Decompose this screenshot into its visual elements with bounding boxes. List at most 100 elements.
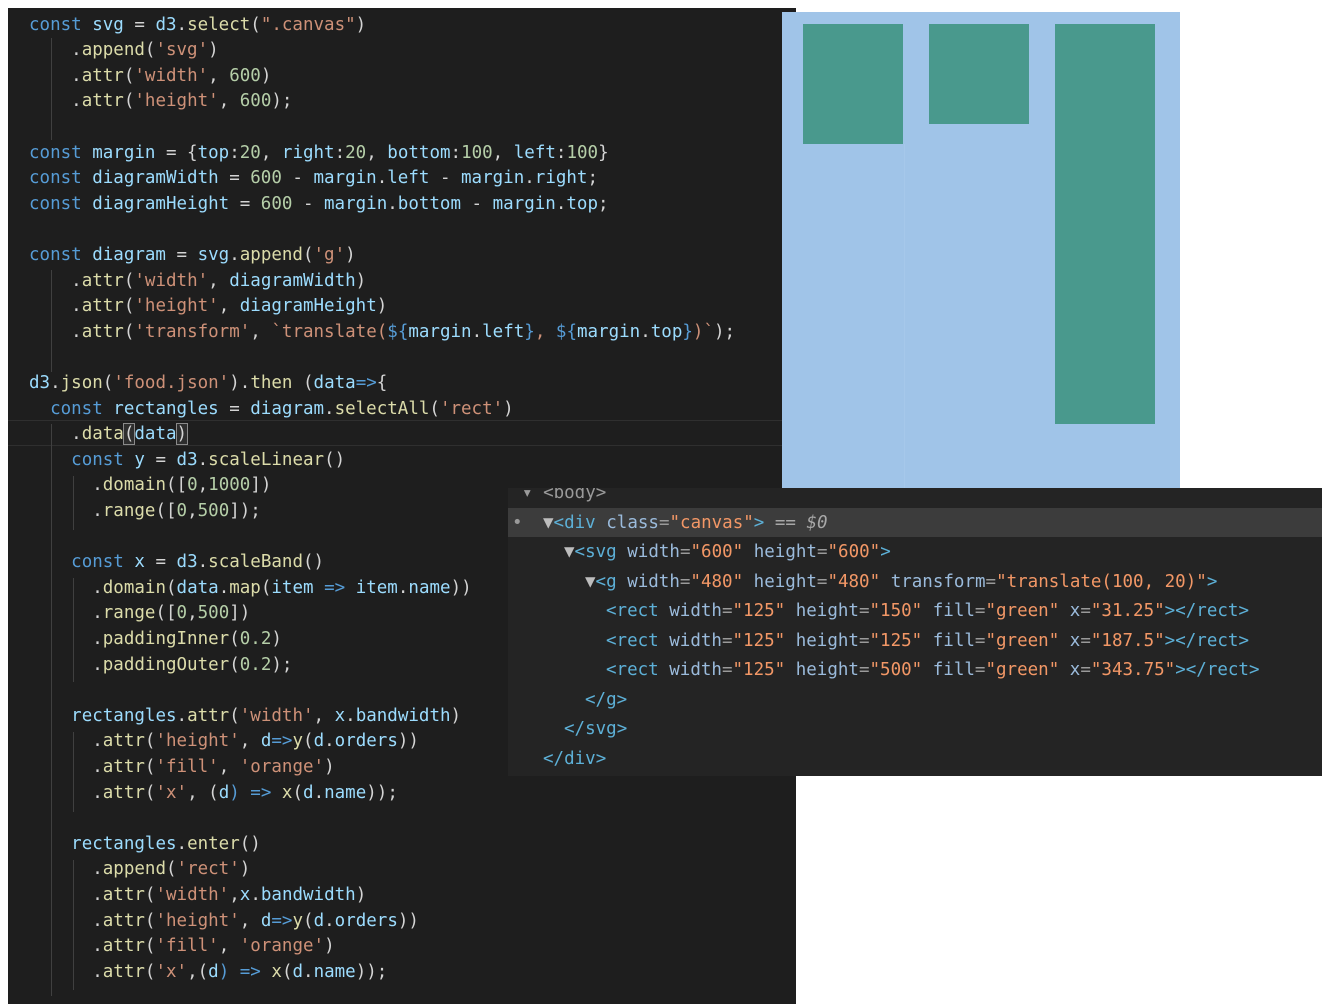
code-line[interactable]: .attr('x',(d) => x(d.name)); (29, 960, 387, 986)
equals: = (816, 571, 828, 592)
code-line[interactable]: .range([0,500]) (29, 601, 250, 627)
code-token: 1000 (208, 475, 251, 496)
code-token: . (555, 193, 567, 214)
code-token: 600 (250, 168, 282, 189)
code-token: bandwidth (355, 705, 451, 726)
code-line[interactable]: const x = d3.scaleBand() (29, 550, 324, 576)
code-line[interactable]: d3.json('food.json').then (data=>{ (29, 371, 387, 397)
tag-bracket: > (1206, 571, 1218, 592)
attr-value: 125 (743, 630, 775, 651)
code-token: , (534, 321, 556, 342)
dom-node-rect[interactable]: <rect width="125" height="500" fill="gre… (606, 656, 1260, 685)
code-line[interactable]: .attr('fill', 'orange') (29, 755, 334, 781)
dom-node-div[interactable]: </div> (543, 745, 606, 774)
devtools-elements-panel[interactable]: ▾ <body> ▼<div class="canvas"> == $0 • ▼<sv… (508, 488, 1322, 776)
code-line[interactable]: .range([0,500]); (29, 499, 261, 525)
code-token: ( (144, 756, 156, 777)
attr-name: height (753, 542, 817, 562)
code-line[interactable]: const svg = d3.select(".canvas") (29, 13, 366, 39)
code-line[interactable]: .paddingOuter(0.2); (29, 653, 292, 679)
code-token: . (387, 193, 398, 214)
dom-node-svg[interactable]: ▼<svg width="600" height="600"> (564, 538, 891, 567)
code-line[interactable]: .attr('width',x.bandwidth) (29, 883, 366, 909)
code-line[interactable]: .paddingInner(0.2) (29, 627, 282, 653)
code-line[interactable]: .domain([0,1000]) (29, 473, 271, 499)
code-line[interactable]: rectangles.attr('width', x.bandwidth) (29, 704, 461, 730)
code-line[interactable]: const rectangles = diagram.selectAll('re… (29, 397, 514, 423)
code-token: 'orange' (239, 936, 325, 957)
code-line[interactable]: .attr('height', d=>y(d.orders)) (29, 729, 419, 755)
dom-node-svg[interactable]: </svg> (564, 715, 627, 744)
code-token: ( (102, 372, 114, 393)
code-line[interactable]: .append('rect') (29, 857, 250, 883)
code-token: , (187, 603, 198, 624)
code-token: margin (492, 193, 556, 214)
quote: " (669, 512, 681, 533)
code-token: , (208, 270, 230, 291)
code-line[interactable]: .attr('fill', 'orange') (29, 934, 334, 960)
dom-node-rect[interactable]: <rect width="125" height="150" fill="gre… (606, 597, 1249, 626)
code-line[interactable]: .attr('height', diagramHeight) (29, 294, 387, 320)
code-line[interactable]: .attr('width', 600) (29, 64, 271, 90)
code-token: , (239, 731, 261, 752)
code-line[interactable]: .append('svg') (29, 38, 219, 64)
tag-name: g (606, 689, 617, 710)
code-token: item (271, 577, 314, 598)
code-token: 500 (197, 500, 230, 521)
code-token: . (229, 244, 240, 265)
code-token: left (387, 168, 430, 189)
code-token: attr (102, 884, 145, 905)
code-token: `translate( (271, 321, 388, 342)
code-token: ( (144, 961, 156, 982)
tag-name: svg (585, 542, 617, 562)
code-token: ( (144, 910, 156, 931)
code-token: ,( (187, 961, 209, 982)
code-token: . (29, 577, 103, 598)
code-token: ( (165, 577, 177, 598)
code-token: d (303, 782, 314, 803)
code-token: 'height' (134, 296, 219, 317)
code-line[interactable]: const diagram = svg.append('g') (29, 243, 356, 269)
code-token: . (324, 398, 335, 419)
code-token: paddingOuter (102, 654, 230, 675)
code-token: . (640, 321, 651, 342)
code-line[interactable]: .data(data) (29, 422, 189, 448)
dom-node-g[interactable]: </g> (585, 686, 627, 715)
code-line[interactable]: .domain(data.map(item => item.name)) (29, 576, 471, 602)
dom-node-rect[interactable]: <rect width="125" height="125" fill="gre… (606, 627, 1249, 656)
code-line[interactable]: .attr('width', diagramWidth) (29, 269, 366, 295)
equals: = (721, 660, 733, 680)
dom-node-g[interactable]: ▼<g width="480" height="480" transform="… (585, 568, 1217, 597)
code-token: d3 (29, 372, 51, 393)
code-token: item (355, 577, 398, 598)
equals: = (858, 630, 870, 651)
code-line[interactable]: rectangles.enter() (29, 832, 261, 858)
quote: " (996, 571, 1007, 592)
quote: " (827, 542, 839, 562)
code-token: . (29, 936, 103, 957)
code-token: ([ (155, 500, 177, 521)
code-line[interactable]: const diagramHeight = 600 - margin.botto… (29, 192, 609, 218)
dom-node-partial[interactable]: ▾ <body> (522, 488, 606, 508)
code-token: const (29, 244, 93, 265)
dom-node-div[interactable]: ▼<div class="canvas"> == $0 • (512, 509, 828, 538)
code-line[interactable]: .attr('x', (d) => x(d.name)); (29, 781, 398, 807)
code-token: 'orange' (239, 756, 325, 777)
attr-value: 125 (743, 601, 775, 621)
code-line[interactable]: .attr('transform', `translate(${margin.l… (29, 320, 735, 346)
code-token: x (334, 705, 346, 726)
code-line[interactable]: const diagramWidth = 600 - margin.left -… (29, 166, 598, 192)
code-line[interactable]: const y = d3.scaleLinear() (29, 448, 345, 474)
attr-value: 480 (837, 571, 870, 592)
code-line[interactable]: .attr('height', 600); (29, 89, 292, 115)
code-line[interactable]: const margin = {top:20, right:20, bottom… (29, 141, 609, 167)
code-token: . (29, 65, 82, 86)
attr-value: translate(100, 20) (1006, 571, 1197, 592)
code-line[interactable]: .attr('height', d=>y(d.orders)) (29, 909, 419, 935)
